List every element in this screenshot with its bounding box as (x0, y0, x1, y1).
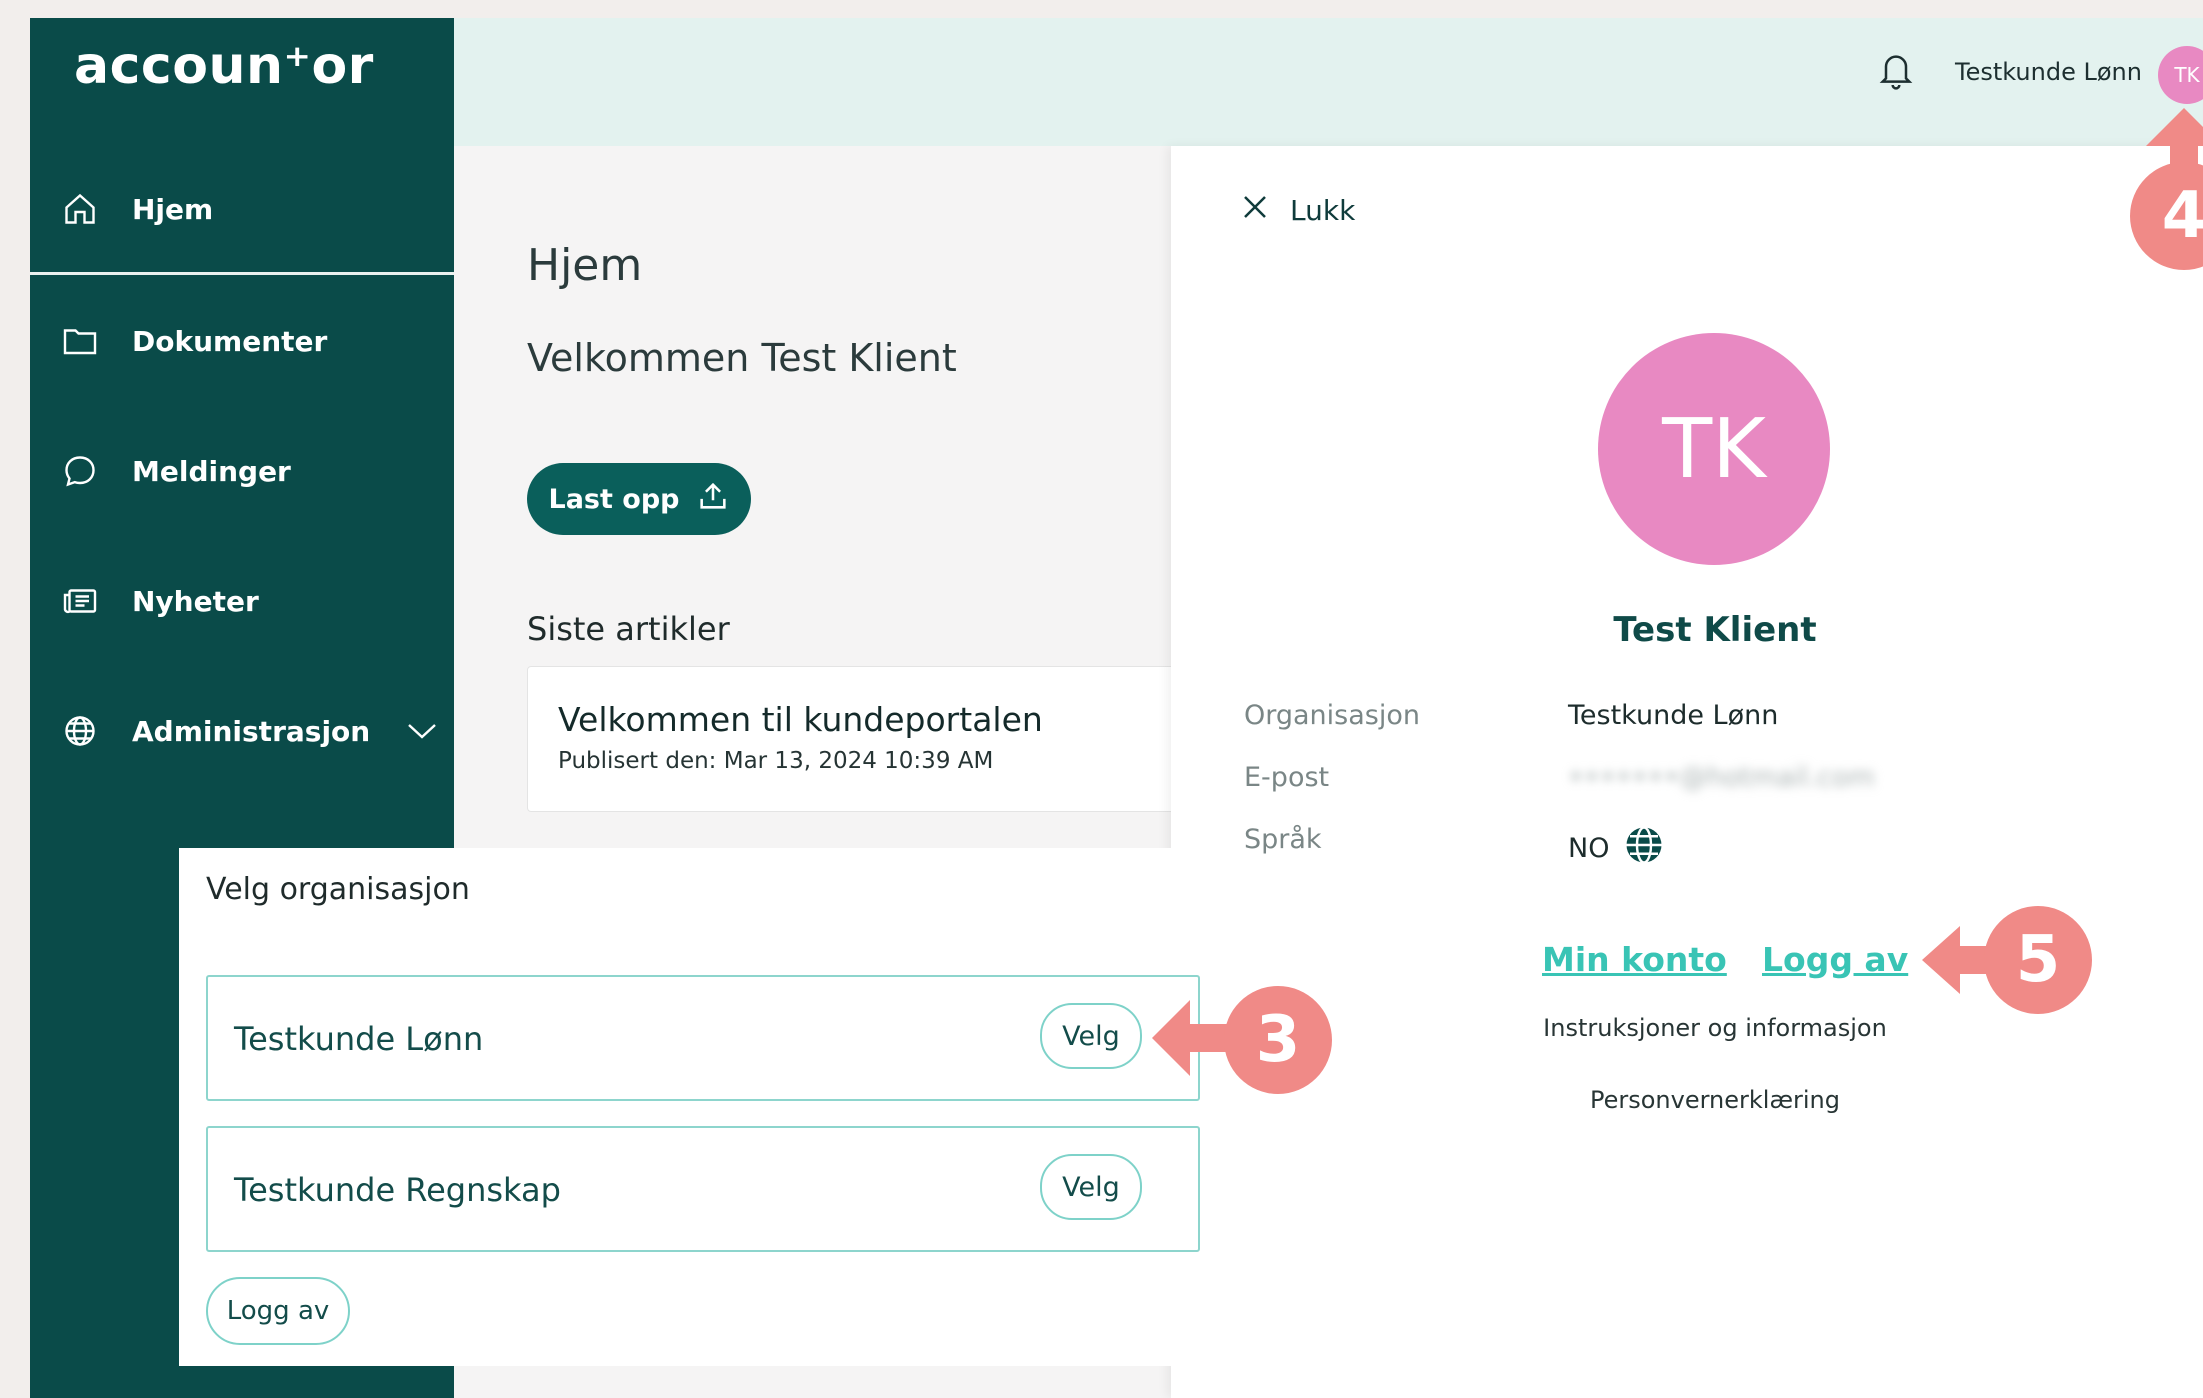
header-user-name[interactable]: Testkunde Lønn (1955, 58, 2142, 86)
sidebar-item-label: Hjem (132, 192, 214, 226)
email-value: •••••••@hotmail.com (1568, 762, 1875, 793)
upload-icon (696, 479, 730, 520)
close-icon (1240, 192, 1270, 229)
sidebar-item-news[interactable]: Nyheter (30, 536, 454, 666)
welcome-message: Velkommen Test Klient (527, 336, 957, 380)
article-date: Publisert den: Mar 13, 2024 10:39 AM (558, 748, 994, 774)
bell-icon[interactable] (1876, 48, 1916, 96)
upload-button[interactable]: Last opp (527, 463, 751, 535)
sidebar-item-home[interactable]: Hjem (30, 146, 454, 275)
select-organization-button[interactable]: Velg (1040, 1003, 1142, 1069)
sidebar-item-messages[interactable]: Meldinger (30, 406, 454, 536)
close-label: Lukk (1290, 194, 1356, 227)
close-button[interactable]: Lukk (1240, 192, 1355, 229)
accountor-logo[interactable]: accoun⁺or (74, 36, 374, 96)
article-card[interactable] (527, 666, 1249, 812)
popup-logout-button[interactable]: Logg av (206, 1277, 350, 1345)
home-icon (60, 189, 100, 229)
sidebar-item-label: Dokumenter (132, 324, 328, 358)
newspaper-icon (60, 581, 100, 621)
chevron-down-icon[interactable] (406, 715, 438, 748)
sidebar-item-label: Nyheter (132, 584, 259, 618)
email-label: E-post (1244, 762, 1330, 793)
language-label: Språk (1244, 824, 1322, 855)
select-organization-button[interactable]: Velg (1040, 1154, 1142, 1220)
organization-label: Organisasjon (1244, 700, 1420, 731)
sidebar-item-documents[interactable]: Dokumenter (30, 276, 454, 406)
language-value: NO (1568, 833, 1610, 864)
logout-link[interactable]: Logg av (1762, 940, 1908, 979)
message-icon (60, 451, 100, 491)
organization-selector-title: Velg organisasjon (206, 872, 470, 907)
organization-name: Testkunde Regnskap (234, 1171, 561, 1209)
upload-button-label: Last opp (548, 483, 680, 515)
top-header (454, 18, 2203, 146)
sidebar-item-label: Administrasjon (132, 714, 371, 748)
organization-name: Testkunde Lønn (234, 1020, 484, 1058)
callout-badge: 5 (1984, 906, 2092, 1014)
articles-heading: Siste artikler (527, 610, 730, 648)
article-title[interactable]: Velkommen til kundeportalen (558, 700, 1043, 739)
privacy-link[interactable]: Personvernerklæring (1500, 1086, 1930, 1114)
language-selector[interactable]: NO (1568, 824, 1665, 873)
my-account-link[interactable]: Min konto (1542, 940, 1727, 979)
page-title: Hjem (527, 240, 643, 291)
sidebar-item-label: Meldinger (132, 454, 291, 488)
profile-name: Test Klient (1613, 610, 1817, 650)
callout-badge: 3 (1224, 986, 1332, 1094)
profile-avatar: TK (1598, 333, 1830, 565)
folder-icon (60, 321, 100, 361)
globe-icon (1623, 824, 1665, 873)
globe-icon (60, 711, 100, 751)
organization-value: Testkunde Lønn (1568, 700, 1779, 731)
sidebar-item-administration[interactable]: Administrasjon (30, 666, 454, 796)
instructions-link[interactable]: Instruksjoner og informasjon (1500, 1014, 1930, 1042)
